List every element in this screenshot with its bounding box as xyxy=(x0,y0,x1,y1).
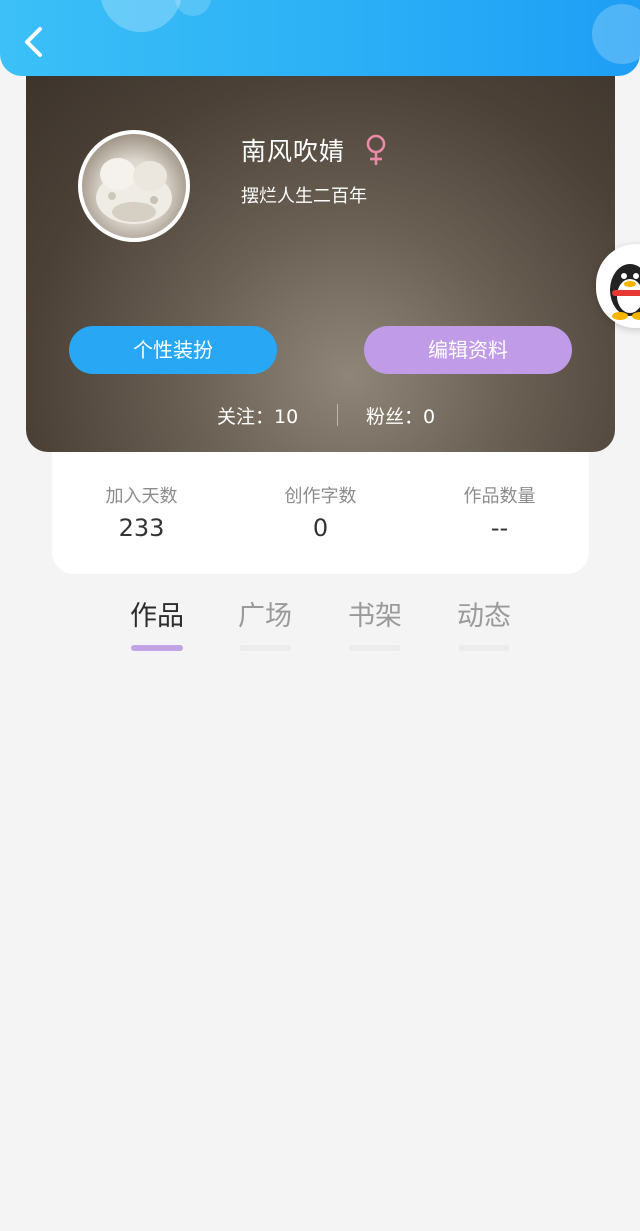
tab-indicator xyxy=(458,645,510,651)
profile-page: 南风吹婧 摆烂人生二百年 个性装扮 编辑资料 关注：10 粉丝：0 加入天数 2… xyxy=(0,0,640,1231)
content-tabs: 作品 广场 书架 动态 xyxy=(0,590,640,651)
avatar[interactable] xyxy=(78,130,190,242)
stat-label: 作品数量 xyxy=(463,486,536,507)
stat-word-count: 创作字数 0 xyxy=(231,482,410,542)
decor-bubble xyxy=(100,0,182,32)
fans-count[interactable]: 粉丝：0 xyxy=(366,402,435,429)
dress-up-button[interactable]: 个性装扮 xyxy=(69,326,277,374)
stat-value: 0 xyxy=(312,514,329,542)
tab-activity[interactable]: 动态 xyxy=(429,594,539,651)
stat-label: 创作字数 xyxy=(284,486,357,507)
stat-value: -- xyxy=(490,514,509,542)
stats-card: 加入天数 233 创作字数 0 作品数量 -- xyxy=(52,452,589,574)
profile-card: 南风吹婧 摆烂人生二百年 个性装扮 编辑资料 关注：10 粉丝：0 xyxy=(26,70,615,452)
tab-square[interactable]: 广场 xyxy=(210,594,320,651)
stat-label: 加入天数 xyxy=(105,486,178,507)
stat-join-days: 加入天数 233 xyxy=(52,482,231,542)
avatar-image xyxy=(96,158,172,224)
divider xyxy=(337,404,338,426)
tab-label: 作品 xyxy=(130,601,184,632)
tab-label: 广场 xyxy=(238,601,292,632)
back-button[interactable] xyxy=(14,22,54,62)
tab-content-area xyxy=(0,660,640,1231)
edit-profile-button[interactable]: 编辑资料 xyxy=(364,326,572,374)
tab-indicator xyxy=(239,645,291,651)
decor-bubble xyxy=(175,0,211,16)
tab-indicator xyxy=(349,645,401,651)
tab-indicator xyxy=(131,645,183,651)
stat-works-count: 作品数量 -- xyxy=(410,482,589,542)
bio-text: 摆烂人生二百年 xyxy=(241,186,367,207)
chevron-left-icon xyxy=(25,27,42,57)
tab-label: 动态 xyxy=(457,601,511,632)
tab-works[interactable]: 作品 xyxy=(102,594,212,651)
following-count[interactable]: 关注：10 xyxy=(217,402,298,429)
tab-label: 书架 xyxy=(348,601,402,632)
tab-bookshelf[interactable]: 书架 xyxy=(320,594,430,651)
top-bar xyxy=(0,0,640,76)
username: 南风吹婧 xyxy=(241,137,346,166)
follow-stats: 关注：10 粉丝：0 xyxy=(26,400,615,430)
female-icon xyxy=(364,134,388,166)
stat-value: 233 xyxy=(118,514,165,542)
decor-bubble xyxy=(592,4,640,64)
